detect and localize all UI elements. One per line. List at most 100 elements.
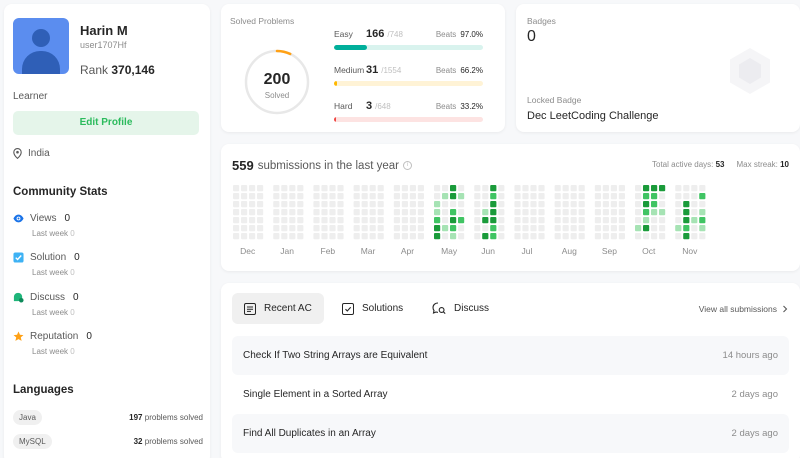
heatmap-cell[interactable]: [554, 233, 561, 240]
heatmap-cell[interactable]: [538, 217, 545, 224]
heatmap-cell[interactable]: [361, 209, 368, 216]
heatmap-cell[interactable]: [434, 233, 441, 240]
heatmap-cell[interactable]: [450, 185, 457, 192]
heatmap-cell[interactable]: [281, 185, 288, 192]
heatmap-cell[interactable]: [659, 225, 666, 232]
heatmap-cell[interactable]: [313, 185, 320, 192]
heatmap-cell[interactable]: [273, 217, 280, 224]
heatmap-cell[interactable]: [482, 209, 489, 216]
heatmap-cell[interactable]: [683, 217, 690, 224]
heatmap-cell[interactable]: [353, 193, 360, 200]
heatmap-cell[interactable]: [691, 217, 698, 224]
heatmap-cell[interactable]: [498, 209, 505, 216]
heatmap-cell[interactable]: [233, 225, 240, 232]
heatmap-cell[interactable]: [562, 201, 569, 208]
heatmap-cell[interactable]: [602, 233, 609, 240]
heatmap-cell[interactable]: [618, 217, 625, 224]
heatmap-cell[interactable]: [434, 185, 441, 192]
heatmap-cell[interactable]: [635, 209, 642, 216]
heatmap-cell[interactable]: [361, 233, 368, 240]
heatmap-cell[interactable]: [329, 209, 336, 216]
heatmap-cell[interactable]: [241, 217, 248, 224]
heatmap-cell[interactable]: [514, 225, 521, 232]
heatmap-cell[interactable]: [281, 201, 288, 208]
tab-discuss[interactable]: Discuss: [420, 293, 501, 324]
heatmap-cell[interactable]: [337, 217, 344, 224]
heatmap-cell[interactable]: [393, 201, 400, 208]
heatmap-cell[interactable]: [337, 209, 344, 216]
heatmap-cell[interactable]: [602, 201, 609, 208]
heatmap-cell[interactable]: [699, 185, 706, 192]
heatmap-cell[interactable]: [659, 185, 666, 192]
heatmap-cell[interactable]: [329, 233, 336, 240]
heatmap-cell[interactable]: [321, 225, 328, 232]
heatmap-cell[interactable]: [442, 217, 449, 224]
heatmap-cell[interactable]: [297, 233, 304, 240]
heatmap-cell[interactable]: [377, 225, 384, 232]
heatmap-cell[interactable]: [434, 201, 441, 208]
heatmap-cell[interactable]: [313, 209, 320, 216]
submission-row[interactable]: Single Element in a Sorted Array 2 days …: [232, 375, 789, 414]
heatmap-cell[interactable]: [482, 225, 489, 232]
heatmap-cell[interactable]: [562, 185, 569, 192]
heatmap-cell[interactable]: [273, 225, 280, 232]
heatmap-cell[interactable]: [329, 201, 336, 208]
heatmap-cell[interactable]: [361, 201, 368, 208]
heatmap-cell[interactable]: [562, 225, 569, 232]
heatmap-cell[interactable]: [417, 233, 424, 240]
heatmap-cell[interactable]: [699, 209, 706, 216]
heatmap-cell[interactable]: [393, 209, 400, 216]
heatmap-cell[interactable]: [610, 225, 617, 232]
heatmap-cell[interactable]: [530, 225, 537, 232]
heatmap-cell[interactable]: [289, 185, 296, 192]
heatmap-cell[interactable]: [522, 185, 529, 192]
heatmap-cell[interactable]: [683, 209, 690, 216]
heatmap-cell[interactable]: [353, 185, 360, 192]
heatmap-cell[interactable]: [458, 217, 465, 224]
heatmap-cell[interactable]: [538, 233, 545, 240]
heatmap-cell[interactable]: [401, 193, 408, 200]
heatmap-cell[interactable]: [562, 233, 569, 240]
heatmap-cell[interactable]: [337, 225, 344, 232]
heatmap-cell[interactable]: [401, 225, 408, 232]
heatmap-cell[interactable]: [482, 217, 489, 224]
heatmap-cell[interactable]: [434, 193, 441, 200]
heatmap-cell[interactable]: [578, 233, 585, 240]
heatmap-cell[interactable]: [409, 209, 416, 216]
heatmap-cell[interactable]: [257, 185, 264, 192]
heatmap-cell[interactable]: [442, 233, 449, 240]
heatmap-cell[interactable]: [594, 185, 601, 192]
heatmap-cell[interactable]: [562, 217, 569, 224]
heatmap-cell[interactable]: [522, 193, 529, 200]
heatmap-cell[interactable]: [691, 233, 698, 240]
heatmap-cell[interactable]: [249, 185, 256, 192]
heatmap-cell[interactable]: [594, 193, 601, 200]
heatmap-cell[interactable]: [514, 185, 521, 192]
heatmap-cell[interactable]: [675, 201, 682, 208]
heatmap-cell[interactable]: [417, 225, 424, 232]
heatmap-cell[interactable]: [442, 225, 449, 232]
heatmap-cell[interactable]: [257, 193, 264, 200]
heatmap-cell[interactable]: [369, 201, 376, 208]
heatmap-cell[interactable]: [241, 193, 248, 200]
heatmap-cell[interactable]: [498, 233, 505, 240]
heatmap-cell[interactable]: [699, 233, 706, 240]
heatmap-cell[interactable]: [289, 193, 296, 200]
heatmap-cell[interactable]: [409, 217, 416, 224]
heatmap-cell[interactable]: [659, 193, 666, 200]
heatmap-cell[interactable]: [635, 217, 642, 224]
heatmap-cell[interactable]: [602, 217, 609, 224]
heatmap-cell[interactable]: [321, 193, 328, 200]
heatmap-cell[interactable]: [643, 225, 650, 232]
heatmap-cell[interactable]: [313, 233, 320, 240]
heatmap-cell[interactable]: [377, 233, 384, 240]
heatmap-cell[interactable]: [233, 217, 240, 224]
heatmap-cell[interactable]: [602, 185, 609, 192]
heatmap-cell[interactable]: [450, 201, 457, 208]
heatmap-cell[interactable]: [329, 185, 336, 192]
info-icon[interactable]: i: [402, 161, 412, 170]
heatmap-cell[interactable]: [490, 217, 497, 224]
heatmap-cell[interactable]: [643, 185, 650, 192]
heatmap-cell[interactable]: [554, 185, 561, 192]
heatmap-cell[interactable]: [281, 233, 288, 240]
